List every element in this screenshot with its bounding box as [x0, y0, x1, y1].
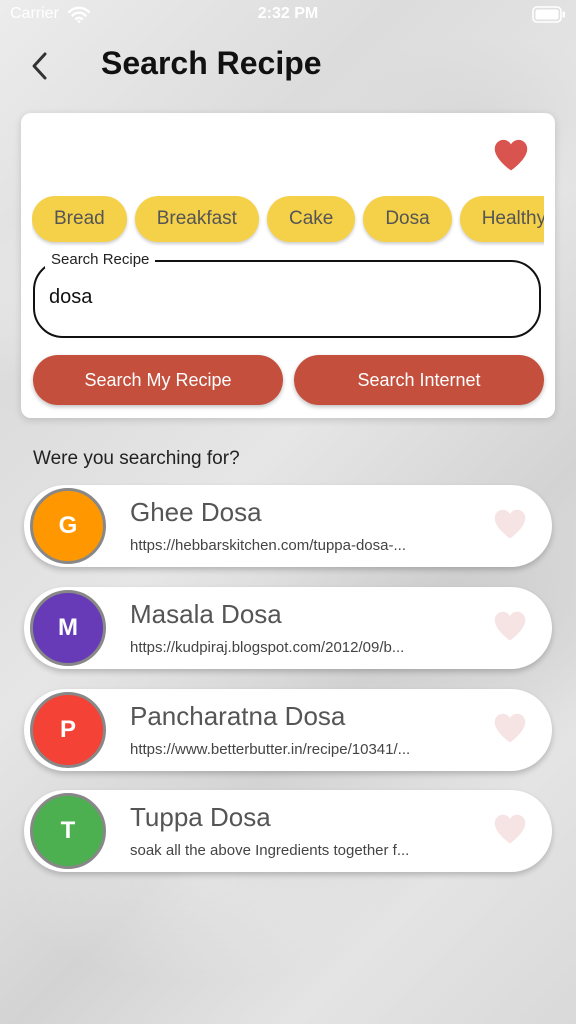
result-subtitle: https://www.betterbutter.in/recipe/10341… [130, 741, 411, 758]
category-chip-healthy[interactable]: Healthy [459, 196, 544, 242]
result-title: Tuppa Dosa [130, 802, 271, 832]
result-row[interactable]: M Masala Dosa https://kudpiraj.blogspot.… [24, 587, 552, 669]
result-title: Masala Dosa [130, 599, 282, 629]
result-row[interactable]: T Tuppa Dosa soak all the above Ingredie… [24, 790, 552, 872]
heart-icon [492, 138, 530, 176]
category-chip-dosa[interactable]: Dosa [363, 196, 452, 242]
category-chip-cake[interactable]: Cake [266, 196, 356, 242]
favorite-toggle[interactable] [490, 812, 530, 850]
chevron-left-icon [30, 51, 50, 85]
page-title: Search Recipe [101, 45, 322, 81]
result-subtitle: https://kudpiraj.blogspot.com/2012/09/b.… [130, 639, 405, 656]
search-card: Bread Breakfast Cake Dosa Healthy Search Rec… [21, 113, 555, 418]
category-chip-list[interactable]: Bread Breakfast Cake Dosa Healthy [32, 196, 544, 246]
avatar: M [30, 590, 106, 666]
result-row[interactable]: P Pancharatna Dosa https://www.betterbut… [24, 689, 552, 771]
search-field[interactable]: Search Recipe [33, 251, 541, 338]
search-field-label: Search Recipe [45, 251, 156, 268]
search-input[interactable] [49, 286, 519, 309]
category-chip-bread[interactable]: Bread [32, 196, 127, 242]
result-title: Ghee Dosa [130, 497, 262, 527]
avatar: P [30, 692, 106, 768]
result-subtitle: https://hebbarskitchen.com/tuppa-dosa-..… [130, 537, 406, 554]
result-row[interactable]: G Ghee Dosa https://hebbarskitchen.com/t… [24, 485, 552, 567]
heart-icon [492, 508, 528, 544]
avatar: T [30, 793, 106, 869]
suggestions-heading: Were you searching for? [33, 448, 240, 469]
result-title: Pancharatna Dosa [130, 701, 346, 731]
favorite-toggle[interactable] [490, 609, 530, 647]
heart-icon [492, 813, 528, 849]
favorite-toggle[interactable] [490, 711, 530, 749]
heart-icon [492, 610, 528, 646]
favorite-toggle[interactable] [490, 507, 530, 545]
favorite-filter-button[interactable] [489, 137, 533, 177]
category-chip-breakfast[interactable]: Breakfast [134, 196, 259, 242]
status-bar: Carrier 2:32 PM [0, 0, 576, 30]
back-button[interactable] [22, 48, 58, 88]
search-my-recipe-button[interactable]: Search My Recipe [33, 355, 283, 405]
avatar: G [30, 488, 106, 564]
status-time: 2:32 PM [257, 5, 319, 22]
result-subtitle: soak all the above Ingredients together … [130, 842, 410, 859]
search-internet-button[interactable]: Search Internet [294, 355, 544, 405]
heart-icon [492, 712, 528, 748]
battery-icon [532, 6, 566, 27]
